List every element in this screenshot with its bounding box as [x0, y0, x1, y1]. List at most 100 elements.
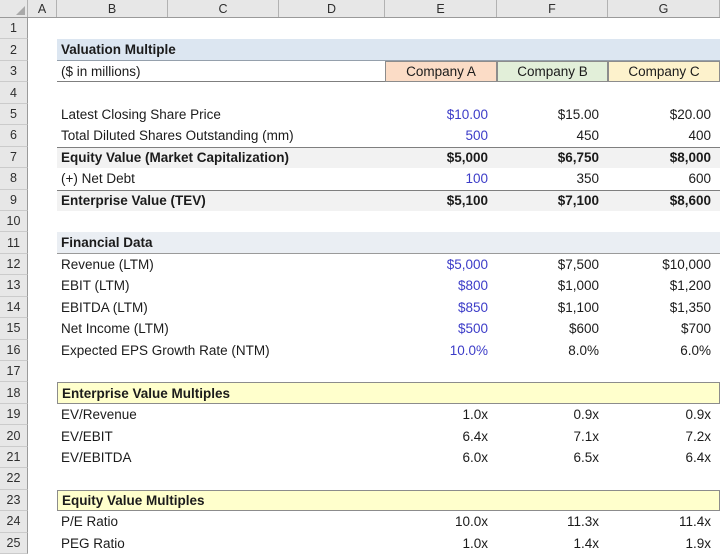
row-header-9[interactable]: 9	[0, 190, 28, 211]
empty-cell-a13[interactable]	[28, 275, 57, 296]
empty-cell-a21[interactable]	[28, 447, 57, 468]
empty-cell-a11[interactable]	[28, 232, 57, 253]
section-header-cell[interactable]: Valuation Multiple	[57, 39, 720, 60]
row-header-23[interactable]: 23	[0, 490, 28, 511]
empty-cell-a4[interactable]	[28, 82, 57, 103]
cell-value[interactable]: 1.0x	[385, 533, 497, 554]
cell-value[interactable]: $8,000	[608, 148, 720, 168]
empty-cells-row-10[interactable]	[57, 211, 720, 232]
row-header-4[interactable]: 4	[0, 82, 28, 103]
cell-value[interactable]: $1,100	[497, 297, 608, 318]
cell-value[interactable]: 8.0%	[497, 340, 608, 361]
row-header-21[interactable]: 21	[0, 447, 28, 468]
company-header-cell-a[interactable]: Company A	[385, 61, 497, 82]
cell-label[interactable]: Enterprise Value (TEV)	[57, 191, 385, 211]
empty-cells-row-4[interactable]	[57, 82, 720, 103]
cell-value[interactable]: $7,100	[497, 191, 608, 211]
cell-value[interactable]: $700	[608, 318, 720, 339]
cell-label[interactable]: P/E Ratio	[57, 511, 385, 532]
empty-cell-a25[interactable]	[28, 533, 57, 554]
cell-value[interactable]: $850	[385, 297, 497, 318]
cell-label[interactable]: Expected EPS Growth Rate (NTM)	[57, 340, 385, 361]
row-header-25[interactable]: 25	[0, 533, 28, 554]
empty-cells-row-22[interactable]	[57, 468, 720, 489]
row-header-8[interactable]: 8	[0, 168, 28, 189]
empty-cell-a15[interactable]	[28, 318, 57, 339]
cell-value[interactable]: 450	[497, 125, 608, 146]
row-header-6[interactable]: 6	[0, 125, 28, 146]
row-header-18[interactable]: 18	[0, 382, 28, 403]
cell-value[interactable]: 6.0x	[385, 447, 497, 468]
empty-cell-a23[interactable]	[28, 490, 57, 511]
empty-cell-a7[interactable]	[28, 147, 57, 168]
cell-value[interactable]: $7,500	[497, 254, 608, 275]
cell-value[interactable]: 600	[608, 168, 720, 189]
cell-label[interactable]: Equity Value (Market Capitalization)	[57, 148, 385, 168]
row-header-5[interactable]: 5	[0, 104, 28, 125]
cell-value[interactable]: 7.1x	[497, 425, 608, 446]
empty-cell-a1[interactable]	[28, 18, 57, 39]
cell-value[interactable]: $1,200	[608, 275, 720, 296]
row-header-22[interactable]: 22	[0, 468, 28, 489]
cell-value[interactable]: 10.0%	[385, 340, 497, 361]
empty-cell-a9[interactable]	[28, 190, 57, 211]
row-header-1[interactable]: 1	[0, 18, 28, 39]
row-header-14[interactable]: 14	[0, 297, 28, 318]
row-header-17[interactable]: 17	[0, 361, 28, 382]
cell-label[interactable]: EV/Revenue	[57, 404, 385, 425]
cell-value[interactable]: 6.0%	[608, 340, 720, 361]
cell-value[interactable]: $800	[385, 275, 497, 296]
cell-value[interactable]: 0.9x	[497, 404, 608, 425]
cell-value[interactable]: $500	[385, 318, 497, 339]
cell-label[interactable]: EV/EBIT	[57, 425, 385, 446]
empty-cell-a22[interactable]	[28, 468, 57, 489]
section-header-cell[interactable]: Enterprise Value Multiples	[57, 382, 720, 403]
cell-value[interactable]: $20.00	[608, 104, 720, 125]
empty-cell-a5[interactable]	[28, 104, 57, 125]
cell-value[interactable]: $600	[497, 318, 608, 339]
company-header-cell-b[interactable]: Company B	[497, 61, 608, 82]
empty-cell-a24[interactable]	[28, 511, 57, 532]
empty-cell-a6[interactable]	[28, 125, 57, 146]
cell-label[interactable]: EV/EBITDA	[57, 447, 385, 468]
cell-value[interactable]: $1,000	[497, 275, 608, 296]
row-header-10[interactable]: 10	[0, 211, 28, 232]
row-header-3[interactable]: 3	[0, 61, 28, 82]
cell-value[interactable]: 1.4x	[497, 533, 608, 554]
section-header-cell[interactable]: Financial Data	[57, 232, 720, 253]
cell-value[interactable]: $5,000	[385, 254, 497, 275]
company-header-cell-c[interactable]: Company C	[608, 61, 720, 82]
cell-value[interactable]: 11.4x	[608, 511, 720, 532]
row-header-11[interactable]: 11	[0, 232, 28, 253]
row-header-24[interactable]: 24	[0, 511, 28, 532]
cell-value[interactable]: 350	[497, 168, 608, 189]
column-header-b[interactable]: B	[57, 0, 168, 17]
cell-value[interactable]: $10,000	[608, 254, 720, 275]
cell-value[interactable]: $1,350	[608, 297, 720, 318]
row-header-2[interactable]: 2	[0, 39, 28, 60]
cell-value[interactable]: 1.9x	[608, 533, 720, 554]
row-header-12[interactable]: 12	[0, 254, 28, 275]
cell-value[interactable]: 400	[608, 125, 720, 146]
row-header-19[interactable]: 19	[0, 404, 28, 425]
cell-value[interactable]: 10.0x	[385, 511, 497, 532]
cell-label[interactable]: (+) Net Debt	[57, 168, 385, 189]
empty-cell-a17[interactable]	[28, 361, 57, 382]
empty-cells-row-1[interactable]	[57, 18, 720, 39]
column-header-e[interactable]: E	[385, 0, 497, 17]
cell-value[interactable]: 6.4x	[385, 425, 497, 446]
cell-value[interactable]: $5,100	[385, 191, 497, 211]
cell-label[interactable]: Total Diluted Shares Outstanding (mm)	[57, 125, 385, 146]
row-header-20[interactable]: 20	[0, 425, 28, 446]
empty-cells-row-17[interactable]	[57, 361, 720, 382]
column-header-f[interactable]: F	[497, 0, 608, 17]
cell-value[interactable]: 6.4x	[608, 447, 720, 468]
column-header-d[interactable]: D	[279, 0, 385, 17]
empty-cell-a19[interactable]	[28, 404, 57, 425]
cell-label[interactable]: PEG Ratio	[57, 533, 385, 554]
empty-cell-a2[interactable]	[28, 39, 57, 60]
empty-cell-a3[interactable]	[28, 61, 57, 82]
row-header-13[interactable]: 13	[0, 275, 28, 296]
cell-label[interactable]: Latest Closing Share Price	[57, 104, 385, 125]
cell-value[interactable]: 11.3x	[497, 511, 608, 532]
